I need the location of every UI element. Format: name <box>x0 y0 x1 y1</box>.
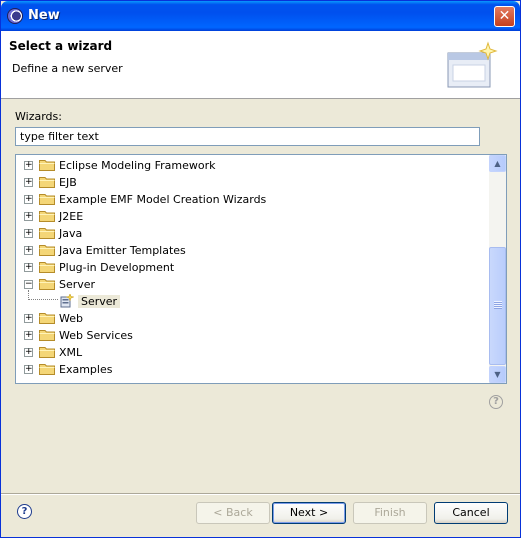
tree-item-label: Web Services <box>59 329 133 342</box>
tree-item-label: Examples <box>59 363 113 376</box>
expand-icon[interactable]: + <box>24 161 33 170</box>
scroll-up-button[interactable]: ▲ <box>489 155 506 172</box>
folder-icon <box>39 176 55 188</box>
eclipse-icon <box>7 8 23 24</box>
folder-icon <box>39 227 55 239</box>
expand-icon[interactable]: + <box>24 348 33 357</box>
tree-item-label: XML <box>59 346 83 359</box>
expand-icon[interactable]: + <box>24 314 33 323</box>
tree-item[interactable]: + Plug-in Development <box>16 259 488 276</box>
tree-item-label: Server <box>59 278 96 291</box>
wizards-label: Wizards: <box>15 110 62 123</box>
tree-item[interactable]: + Java Emitter Templates <box>16 242 488 259</box>
tree-item-label: Eclipse Modeling Framework <box>59 159 216 172</box>
tree-item[interactable]: + Web Services <box>16 327 488 344</box>
expand-icon[interactable]: + <box>24 212 33 221</box>
help-button[interactable]: ? <box>17 504 32 519</box>
context-help-icon[interactable]: ? <box>489 395 503 409</box>
expand-icon[interactable]: + <box>24 229 33 238</box>
tree-item-label: Example EMF Model Creation Wizards <box>59 193 267 206</box>
tree-item[interactable]: + Eclipse Modeling Framework <box>16 157 488 174</box>
tree-item[interactable]: + XML <box>16 344 488 361</box>
tree-child-label: Server <box>78 295 121 308</box>
banner-description: Define a new server <box>12 62 123 75</box>
finish-button[interactable]: Finish <box>353 502 427 524</box>
tree-child-item[interactable]: Server <box>16 290 488 310</box>
folder-icon <box>39 312 55 324</box>
window-title: New <box>28 8 60 23</box>
tree-item[interactable]: + Examples <box>16 361 488 378</box>
folder-icon <box>39 244 55 256</box>
scroll-thumb[interactable] <box>489 247 506 365</box>
tree-item-label: Java Emitter Templates <box>59 244 186 257</box>
expand-icon[interactable]: + <box>24 331 33 340</box>
tree-item-label: Web <box>59 312 83 325</box>
collapse-icon[interactable]: − <box>24 280 33 289</box>
folder-icon <box>39 159 55 171</box>
banner-title: Select a wizard <box>9 39 113 53</box>
next-button[interactable]: Next > <box>272 502 346 524</box>
tree-connector <box>28 290 58 300</box>
tree-item[interactable]: + Example EMF Model Creation Wizards <box>16 191 488 208</box>
back-button[interactable]: < Back <box>196 502 270 524</box>
folder-icon <box>39 363 55 375</box>
tree-item[interactable]: + Web <box>16 310 488 327</box>
expand-icon[interactable]: + <box>24 365 33 374</box>
tree-item[interactable]: + J2EE <box>16 208 488 225</box>
tree-item[interactable]: + Java <box>16 225 488 242</box>
server-wizard-icon <box>60 293 75 308</box>
new-wizard-dialog: New ✕ Select a wizard Define a new serve… <box>0 0 521 538</box>
new-wizard-icon <box>447 41 498 88</box>
expand-icon[interactable]: + <box>24 178 33 187</box>
title-bar[interactable]: New ✕ <box>1 1 520 31</box>
wizard-banner: Select a wizard Define a new server <box>1 31 520 99</box>
wizard-tree: + Eclipse Modeling Framework + EJB + Example … <box>15 154 507 384</box>
folder-icon <box>39 210 55 222</box>
folder-icon <box>39 261 55 273</box>
tree-item-label: Plug-in Development <box>59 261 175 274</box>
scroll-grip <box>494 301 502 309</box>
close-button[interactable]: ✕ <box>494 6 515 27</box>
tree-item[interactable]: + EJB <box>16 174 488 191</box>
tree-item-label: J2EE <box>59 210 84 223</box>
folder-icon <box>39 193 55 205</box>
expand-icon[interactable]: + <box>24 195 33 204</box>
tree-vertical-scrollbar[interactable]: ▲ ▼ <box>489 155 506 383</box>
folder-icon <box>39 329 55 341</box>
scroll-down-button[interactable]: ▼ <box>489 366 506 383</box>
expand-icon[interactable]: + <box>24 246 33 255</box>
expand-icon[interactable]: + <box>24 263 33 272</box>
tree-item-label: EJB <box>59 176 77 189</box>
filter-input[interactable] <box>15 127 480 146</box>
tree-item[interactable]: − Server <box>16 276 488 293</box>
folder-icon <box>39 346 55 358</box>
cancel-button[interactable]: Cancel <box>434 502 508 524</box>
folder-icon <box>39 278 55 290</box>
tree-item-label: Java <box>59 227 83 240</box>
button-separator <box>1 493 520 495</box>
